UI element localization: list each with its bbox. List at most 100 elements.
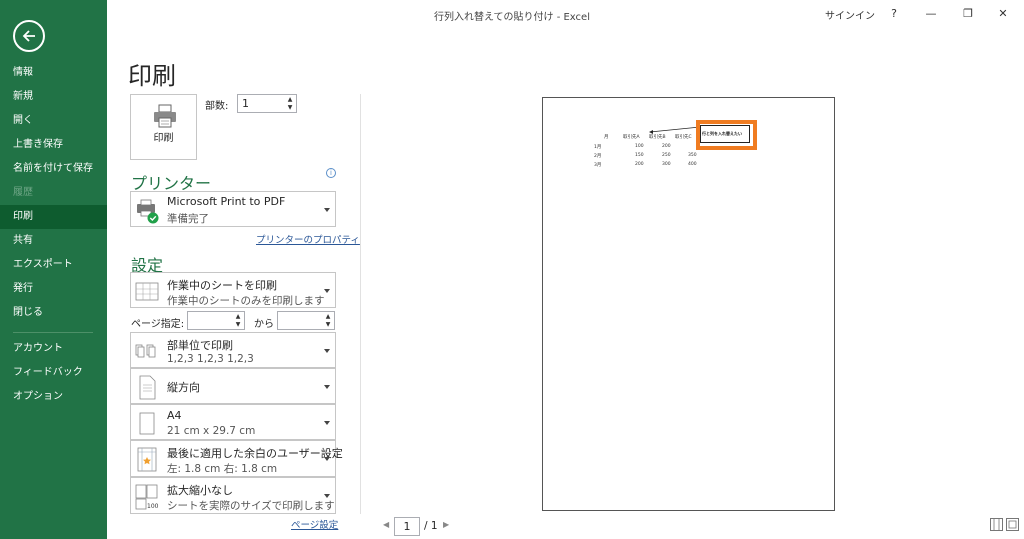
paper-icon [139, 412, 155, 435]
preview-cell: 250 [662, 153, 671, 158]
nav-publish[interactable]: 発行 [0, 277, 107, 301]
print-button[interactable]: 印刷 [130, 94, 197, 160]
collate-icon [135, 344, 156, 358]
spin-up-icon[interactable]: ▲ [324, 313, 332, 321]
preview-cell: 100 [635, 144, 644, 149]
copies-value: 1 [242, 97, 249, 110]
restore-button[interactable]: ❐ [950, 2, 986, 24]
window-title: 行列入れ替えての貼り付け - Excel [434, 12, 590, 23]
pages-label: ページ指定: [131, 319, 185, 330]
printer-properties-link[interactable]: プリンターのプロパティ [256, 232, 360, 246]
highlight-box [696, 120, 757, 150]
printer-select[interactable]: Microsoft Print to PDF 準備完了 [130, 191, 336, 227]
back-button[interactable] [13, 20, 45, 52]
close-button[interactable]: ✕ [985, 2, 1021, 24]
nav-save-as[interactable]: 名前を付けて保存 [0, 157, 107, 181]
margins-icon [137, 447, 157, 472]
printer-ready-icon [137, 199, 159, 224]
nav-export[interactable]: エクスポート [0, 253, 107, 277]
show-margins-button[interactable] [990, 518, 1003, 531]
print-button-label: 印刷 [153, 133, 174, 144]
pages-to-input[interactable]: ▲ ▼ [277, 311, 335, 330]
print-what-select[interactable]: 作業中のシートを印刷 作業中のシートのみを印刷します [130, 272, 336, 308]
nav-account[interactable]: アカウント [0, 337, 107, 361]
backstage-sidebar: 情報 新規 開く 上書き保存 名前を付けて保存 履歴 印刷 共有 エクスポート … [0, 0, 107, 539]
preview-cell: 300 [662, 162, 671, 167]
chevron-down-icon [324, 494, 330, 498]
chevron-down-icon [324, 289, 330, 293]
preview-cell: 200 [662, 144, 671, 149]
chevron-down-icon [324, 349, 330, 353]
margins-title: 最後に適用した余白のユーザー設定 [167, 447, 343, 460]
spin-up-icon[interactable]: ▲ [234, 313, 242, 321]
orientation-select[interactable]: 縦方向 [130, 368, 336, 404]
preview-cell: 2月 [594, 154, 602, 159]
callout-arrow [649, 126, 701, 134]
preview-cell: 400 [688, 162, 697, 167]
pages-from-input[interactable]: ▲ ▼ [187, 311, 245, 330]
nav-save[interactable]: 上書き保存 [0, 133, 107, 157]
spin-down-icon[interactable]: ▼ [324, 321, 332, 329]
nav-history: 履歴 [13, 187, 33, 198]
spin-down-icon[interactable]: ▼ [234, 321, 242, 329]
preview-cell: 200 [635, 162, 644, 167]
spin-up-icon[interactable]: ▲ [286, 96, 294, 104]
signin-link[interactable]: サインイン [825, 7, 875, 22]
copies-input[interactable]: 1 ▲ ▼ [237, 94, 297, 113]
preview-cell: 3月 [594, 163, 602, 168]
chevron-down-icon [324, 208, 330, 212]
page-setup-link[interactable]: ページ設定 [291, 517, 338, 531]
print-what-title: 作業中のシートを印刷 [167, 279, 277, 292]
spin-down-icon[interactable]: ▼ [286, 104, 294, 112]
paper-size-select[interactable]: A4 21 cm x 29.7 cm [130, 404, 336, 440]
orientation-title: 縦方向 [167, 381, 200, 394]
nav-options[interactable]: オプション [0, 385, 107, 409]
nav-close[interactable]: 閉じる [0, 301, 107, 325]
page-title: 印刷 [128, 62, 176, 90]
collate-desc: 1,2,3 1,2,3 1,2,3 [167, 353, 254, 365]
print-what-desc: 作業中のシートのみを印刷します [167, 295, 325, 307]
nav-feedback[interactable]: フィードバック [0, 361, 107, 385]
chevron-down-icon [324, 457, 330, 461]
arrow-left-icon [22, 30, 35, 42]
zoom-page-icon [1008, 520, 1017, 529]
nav-info[interactable]: 情報 [0, 61, 107, 85]
printer-status: 準備完了 [167, 213, 209, 225]
minimize-button[interactable]: — [913, 2, 949, 24]
panel-divider [360, 94, 361, 514]
sidebar-divider [13, 332, 93, 333]
scaling-desc: シートを実際のサイズで印刷します [167, 500, 335, 512]
zoom-to-page-button[interactable] [1006, 518, 1019, 531]
scaling-select[interactable]: 100 拡大縮小なし シートを実際のサイズで印刷します [130, 477, 336, 514]
preview-cell: 1月 [594, 145, 602, 150]
margins-select[interactable]: 最後に適用した余白のユーザー設定 左: 1.8 cm 右: 1.8 cm [130, 440, 343, 477]
sheet-grid-icon [135, 282, 159, 301]
scaling-title: 拡大縮小なし [167, 484, 233, 497]
preview-header-a: 取引先A [623, 135, 640, 140]
prev-page-button[interactable]: ◀ [383, 520, 389, 529]
title-bar: 行列入れ替えての貼り付け - Excel サインイン ? — ❐ ✕ [107, 0, 1024, 28]
nav-new[interactable]: 新規 [0, 85, 107, 109]
printer-icon [154, 104, 176, 128]
svg-text:100: 100 [147, 503, 159, 510]
preview-cell: 150 [635, 153, 644, 158]
total-pages: / 1 [424, 520, 438, 532]
nav-print[interactable]: 印刷 [0, 205, 107, 229]
copies-label: 部数: [205, 101, 229, 112]
next-page-button[interactable]: ▶ [443, 520, 449, 529]
paper-size-title: A4 [167, 409, 182, 422]
info-icon[interactable]: i [326, 168, 336, 178]
nav-share[interactable]: 共有 [0, 229, 107, 253]
preview-header-month: 月 [604, 135, 609, 140]
nav-open[interactable]: 開く [0, 109, 107, 133]
collate-select[interactable]: 部単位で印刷 1,2,3 1,2,3 1,2,3 [130, 332, 336, 368]
pages-to-label: から [254, 319, 274, 330]
paper-size-desc: 21 cm x 29.7 cm [167, 425, 256, 437]
print-preview-page [542, 97, 835, 511]
portrait-page-icon [139, 375, 156, 400]
printer-name: Microsoft Print to PDF [167, 195, 286, 208]
margins-desc: 左: 1.8 cm 右: 1.8 cm [167, 463, 278, 475]
current-page-input[interactable]: 1 [394, 517, 420, 536]
help-button[interactable]: ? [876, 2, 912, 24]
show-margins-icon [993, 519, 1000, 530]
